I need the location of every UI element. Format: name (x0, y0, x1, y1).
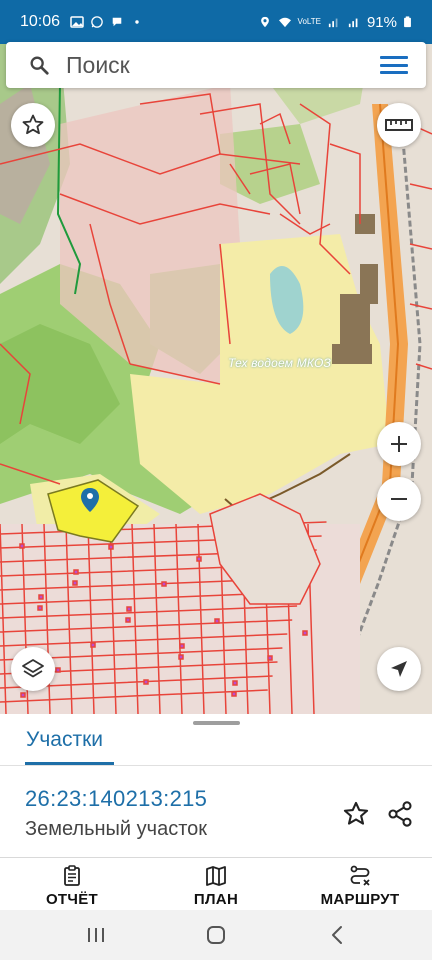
parcel-cadastral-number[interactable]: 26:23:140213:215 (25, 786, 207, 812)
tab-parcels[interactable]: Участки (26, 728, 103, 752)
plan-label: ПЛАН (193, 891, 239, 908)
star-icon[interactable] (342, 800, 370, 828)
share-icon[interactable] (386, 800, 414, 828)
plan-button[interactable]: ПЛАН (161, 864, 271, 908)
route-icon (350, 865, 370, 886)
home-icon[interactable] (204, 924, 228, 946)
location-icon (260, 16, 269, 28)
zoom-out-button[interactable] (377, 477, 421, 521)
report-label: ОТЧЁТ (45, 891, 99, 908)
recent-apps-icon[interactable] (84, 924, 108, 946)
whatsapp-icon (91, 16, 103, 28)
favorite-star-icon (22, 114, 44, 135)
route-button[interactable]: МАРШРУТ (305, 864, 415, 908)
battery-icon (404, 16, 411, 28)
battery-percent: 91% (366, 13, 397, 31)
map-icon (206, 866, 226, 886)
search-bar[interactable]: Поиск (6, 42, 426, 88)
zoom-out-icon (391, 498, 407, 500)
favorite-star-button[interactable] (11, 103, 55, 147)
system-icons: VoLTE 91% (258, 14, 412, 31)
bottom-sheet: Участки 26:23:140213:215 Земельный участ… (0, 714, 432, 910)
status-time: 10:06 (20, 13, 61, 30)
search-input[interactable]: Поиск (66, 52, 130, 79)
back-icon[interactable] (326, 924, 350, 946)
tab-divider (0, 765, 432, 766)
gallery-icon (70, 16, 84, 28)
map-view[interactable]: Тех водоем МКОЗ (0, 44, 432, 714)
wifi-icon (278, 17, 291, 28)
layers-icon (22, 659, 44, 678)
android-nav-bar (0, 910, 432, 960)
map-water-label: Тех водоем МКОЗ (228, 356, 332, 370)
search-icon[interactable] (28, 54, 50, 76)
chat-icon (112, 17, 122, 27)
sheet-drag-handle[interactable] (193, 721, 240, 725)
parcel-type: Земельный участок (25, 818, 208, 840)
report-button[interactable]: ОТЧЁТ (17, 864, 127, 908)
dot-icon (135, 20, 139, 24)
signal-icon (348, 18, 358, 28)
clipboard-icon (64, 865, 80, 886)
ruler-button[interactable] (377, 103, 421, 147)
network-label: VoLTE (297, 17, 321, 26)
notification-icons (70, 16, 144, 28)
zoom-in-icon (391, 436, 407, 452)
ruler-icon (385, 119, 413, 131)
hamburger-menu-icon[interactable] (380, 54, 408, 76)
app-screen: 10:06 VoLTE 91% Тех водоем МКОЗ Поиск Уч… (0, 0, 432, 960)
map-canvas[interactable] (0, 44, 432, 714)
navigation-arrow-icon (391, 661, 407, 677)
route-label: МАРШРУТ (320, 891, 400, 908)
layers-button[interactable] (11, 647, 55, 691)
status-bar: 10:06 VoLTE 91% (0, 0, 432, 44)
zoom-in-button[interactable] (377, 422, 421, 466)
signal-icon (328, 18, 338, 28)
action-divider (0, 857, 432, 858)
navigation-button[interactable] (377, 647, 421, 691)
